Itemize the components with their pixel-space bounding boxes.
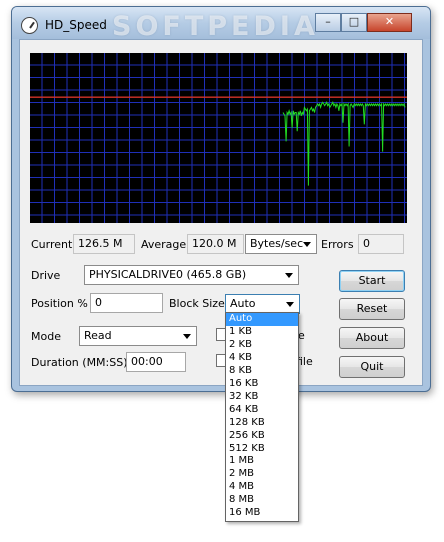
close-button[interactable]: ✕ xyxy=(367,13,412,32)
block-size-option[interactable]: 1 MB xyxy=(226,455,298,468)
block-size-dropdown-list[interactable]: Auto 1 KB 2 KB 4 KB 8 KB 16 KB 32 KB 64 KB 128 K… xyxy=(225,312,299,522)
block-size-option[interactable]: 8 MB xyxy=(226,494,298,507)
block-size-option[interactable]: 2 KB xyxy=(226,339,298,352)
block-size-option[interactable]: 32 KB xyxy=(226,391,298,404)
minimize-button[interactable]: – xyxy=(315,13,341,32)
graph-background xyxy=(30,53,407,223)
block-size-option[interactable]: 128 KB xyxy=(226,417,298,430)
errors-value: 0 xyxy=(358,234,404,254)
block-size-option[interactable]: 512 KB xyxy=(226,443,298,456)
duration-input[interactable]: 00:00 xyxy=(126,352,186,372)
unit-select-value: Bytes/sec xyxy=(250,237,304,250)
window-title: HD_Speed xyxy=(45,18,107,32)
about-button[interactable]: About xyxy=(339,327,405,349)
block-size-option[interactable]: 8 KB xyxy=(226,365,298,378)
block-size-select-value: Auto xyxy=(230,297,256,310)
block-size-option[interactable]: 16 MB xyxy=(226,507,298,520)
average-label: Average xyxy=(141,238,187,251)
chevron-down-icon xyxy=(183,334,191,339)
drive-select[interactable]: PHYSICALDRIVE0 (465.8 GB) xyxy=(84,265,299,285)
drive-label: Drive xyxy=(31,269,61,282)
average-value: 120.0 M xyxy=(187,234,244,254)
maximize-button[interactable]: □ xyxy=(341,13,367,32)
block-size-option[interactable]: 4 MB xyxy=(226,481,298,494)
block-size-option[interactable]: Auto xyxy=(226,313,298,326)
speed-graph xyxy=(30,53,407,223)
block-size-option[interactable]: 4 KB xyxy=(226,352,298,365)
block-size-label: Block Size xyxy=(169,297,225,310)
position-label: Position % xyxy=(31,297,88,310)
chevron-down-icon xyxy=(286,302,294,307)
chevron-down-icon xyxy=(303,242,311,247)
title-bar[interactable]: HD_Speed SOFTPEDIA – □ ✕ xyxy=(12,7,430,42)
position-input[interactable]: 0 xyxy=(90,293,163,313)
app-window: HD_Speed SOFTPEDIA – □ ✕ Current 126.5 M… xyxy=(11,6,431,392)
block-size-option[interactable]: 1 KB xyxy=(226,326,298,339)
block-size-option[interactable]: 64 KB xyxy=(226,404,298,417)
reset-button[interactable]: Reset xyxy=(339,298,405,320)
duration-label: Duration (MM:SS) xyxy=(31,356,128,369)
chevron-down-icon xyxy=(285,273,293,278)
block-size-option[interactable]: 2 MB xyxy=(226,468,298,481)
block-size-option[interactable]: 256 KB xyxy=(226,430,298,443)
drive-select-value: PHYSICALDRIVE0 (465.8 GB) xyxy=(89,268,247,281)
softpedia-watermark: SOFTPEDIA xyxy=(112,11,319,42)
current-label: Current xyxy=(31,238,73,251)
block-size-option[interactable]: 16 KB xyxy=(226,378,298,391)
current-value: 126.5 M xyxy=(73,234,135,254)
client-area: Current 126.5 M Average 120.0 M Bytes/se… xyxy=(19,39,423,386)
mode-label: Mode xyxy=(31,330,61,343)
start-button[interactable]: Start xyxy=(339,270,405,292)
errors-label: Errors xyxy=(321,238,354,251)
stopwatch-icon xyxy=(21,17,38,34)
unit-select[interactable]: Bytes/sec xyxy=(245,234,317,254)
option-checkbox-1-label: e xyxy=(298,329,305,342)
mode-select-value: Read xyxy=(84,329,112,342)
mode-select[interactable]: Read xyxy=(79,326,197,346)
block-size-select[interactable]: Auto xyxy=(225,294,300,314)
quit-button[interactable]: Quit xyxy=(339,356,405,378)
